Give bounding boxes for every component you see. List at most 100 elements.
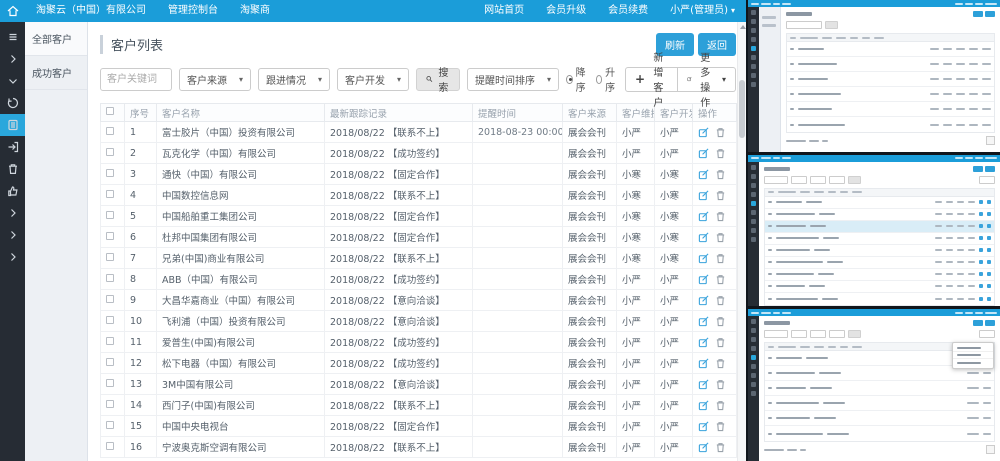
more-actions-button[interactable]: 更多操作▾ [678, 67, 736, 92]
mini-select[interactable] [810, 330, 826, 338]
edit-icon[interactable] [698, 442, 709, 453]
preview-window-middle[interactable] [748, 155, 1000, 307]
edit-icon[interactable] [698, 169, 709, 180]
row-checkbox[interactable] [106, 400, 114, 408]
mini-delete-icon[interactable] [987, 260, 991, 264]
home-icon[interactable] [0, 0, 25, 22]
vertical-scrollbar[interactable] [737, 22, 746, 461]
delete-icon[interactable] [715, 127, 726, 138]
navbar-item-member-upgrade[interactable]: 会员升级 [535, 0, 597, 22]
chevron-right-icon[interactable] [0, 224, 25, 246]
delete-icon[interactable] [715, 274, 726, 285]
mini-search-button[interactable] [825, 21, 838, 29]
delete-icon[interactable] [715, 442, 726, 453]
delete-icon[interactable] [715, 190, 726, 201]
edit-icon[interactable] [698, 127, 709, 138]
mini-more-button[interactable] [979, 330, 995, 338]
chevron-right-icon[interactable] [0, 48, 25, 70]
mini-more-button[interactable] [979, 176, 995, 184]
row-checkbox[interactable] [106, 274, 114, 282]
edit-icon[interactable] [698, 274, 709, 285]
mini-delete-icon[interactable] [987, 297, 991, 301]
mini-table-row[interactable] [765, 269, 994, 281]
row-checkbox[interactable] [106, 253, 114, 261]
mini-page-box[interactable] [986, 445, 995, 454]
edit-icon[interactable] [698, 253, 709, 264]
edit-icon[interactable] [698, 232, 709, 243]
thumbs-up-icon[interactable] [0, 180, 25, 202]
mini-table-row[interactable] [765, 209, 994, 221]
mini-input[interactable] [764, 176, 788, 184]
mini-select[interactable] [791, 176, 807, 184]
delete-icon[interactable] [715, 211, 726, 222]
delete-icon[interactable] [715, 337, 726, 348]
mini-table-row[interactable] [787, 87, 994, 102]
row-checkbox[interactable] [106, 316, 114, 324]
chevron-right-icon[interactable] [0, 202, 25, 224]
navbar-item-site-home[interactable]: 网站首页 [473, 0, 535, 22]
sort-desc-radio[interactable]: 降序 [566, 64, 588, 94]
mini-delete-icon[interactable] [987, 200, 991, 204]
mini-edit-icon[interactable] [979, 284, 983, 288]
delete-icon[interactable] [715, 148, 726, 159]
mini-edit-icon[interactable] [979, 212, 983, 216]
sign-in-icon[interactable] [0, 92, 25, 114]
edit-icon[interactable] [698, 337, 709, 348]
row-checkbox[interactable] [106, 169, 114, 177]
edit-icon[interactable] [698, 379, 709, 390]
edit-icon[interactable] [698, 211, 709, 222]
preview-window-bottom[interactable] [748, 309, 1000, 461]
mini-table-row[interactable] [765, 293, 994, 305]
delete-icon[interactable] [715, 295, 726, 306]
mini-button[interactable] [973, 166, 983, 172]
customer-develop-select[interactable]: 客户开发▾ [337, 68, 409, 91]
row-checkbox[interactable] [106, 421, 114, 429]
menu-icon[interactable] [0, 26, 25, 48]
mini-button[interactable] [985, 11, 995, 17]
delete-icon[interactable] [715, 232, 726, 243]
delete-icon[interactable] [715, 358, 726, 369]
edit-icon[interactable] [698, 358, 709, 369]
mini-button[interactable] [973, 320, 983, 326]
delete-icon[interactable] [715, 400, 726, 411]
row-checkbox[interactable] [106, 148, 114, 156]
mini-edit-icon[interactable] [979, 236, 983, 240]
edit-icon[interactable] [698, 421, 709, 432]
mini-button[interactable] [985, 166, 995, 172]
mini-table-row[interactable] [765, 426, 994, 441]
mini-delete-icon[interactable] [987, 224, 991, 228]
mini-select[interactable] [810, 176, 826, 184]
row-checkbox[interactable] [106, 295, 114, 303]
mini-table-row[interactable] [765, 411, 994, 426]
scrollbar-thumb[interactable] [739, 80, 745, 138]
follow-status-select[interactable]: 跟进情况▾ [258, 68, 330, 91]
row-checkbox[interactable] [106, 358, 114, 366]
mini-table-row[interactable] [787, 117, 994, 132]
navbar-brand[interactable]: 淘聚云（中国）有限公司 [25, 0, 157, 22]
mini-input[interactable] [786, 21, 822, 29]
mini-edit-icon[interactable] [979, 200, 983, 204]
mini-select[interactable] [791, 330, 807, 338]
row-checkbox[interactable] [106, 127, 114, 135]
sort-asc-radio[interactable]: 升序 [596, 64, 618, 94]
select-all-checkbox[interactable] [106, 107, 114, 115]
navbar-item-member-renew[interactable]: 会员续费 [597, 0, 659, 22]
mini-table-row[interactable] [765, 245, 994, 257]
sidebar-item-all-customers[interactable]: 全部客户 [25, 22, 87, 56]
mini-delete-icon[interactable] [987, 284, 991, 288]
chevron-right-icon[interactable] [0, 246, 25, 268]
delete-icon[interactable] [715, 316, 726, 327]
sidebar-item-success-customers[interactable]: 成功客户 [25, 56, 87, 90]
mini-table-row[interactable] [765, 381, 994, 396]
sign-out-icon[interactable] [0, 136, 25, 158]
delete-icon[interactable] [715, 253, 726, 264]
mini-edit-icon[interactable] [979, 224, 983, 228]
mini-delete-icon[interactable] [987, 272, 991, 276]
mini-table-row[interactable] [765, 281, 994, 293]
mini-select[interactable] [829, 330, 845, 338]
row-checkbox[interactable] [106, 190, 114, 198]
mini-table-row[interactable] [765, 396, 994, 411]
delete-icon[interactable] [715, 379, 726, 390]
delete-icon[interactable] [715, 169, 726, 180]
row-checkbox[interactable] [106, 442, 114, 450]
